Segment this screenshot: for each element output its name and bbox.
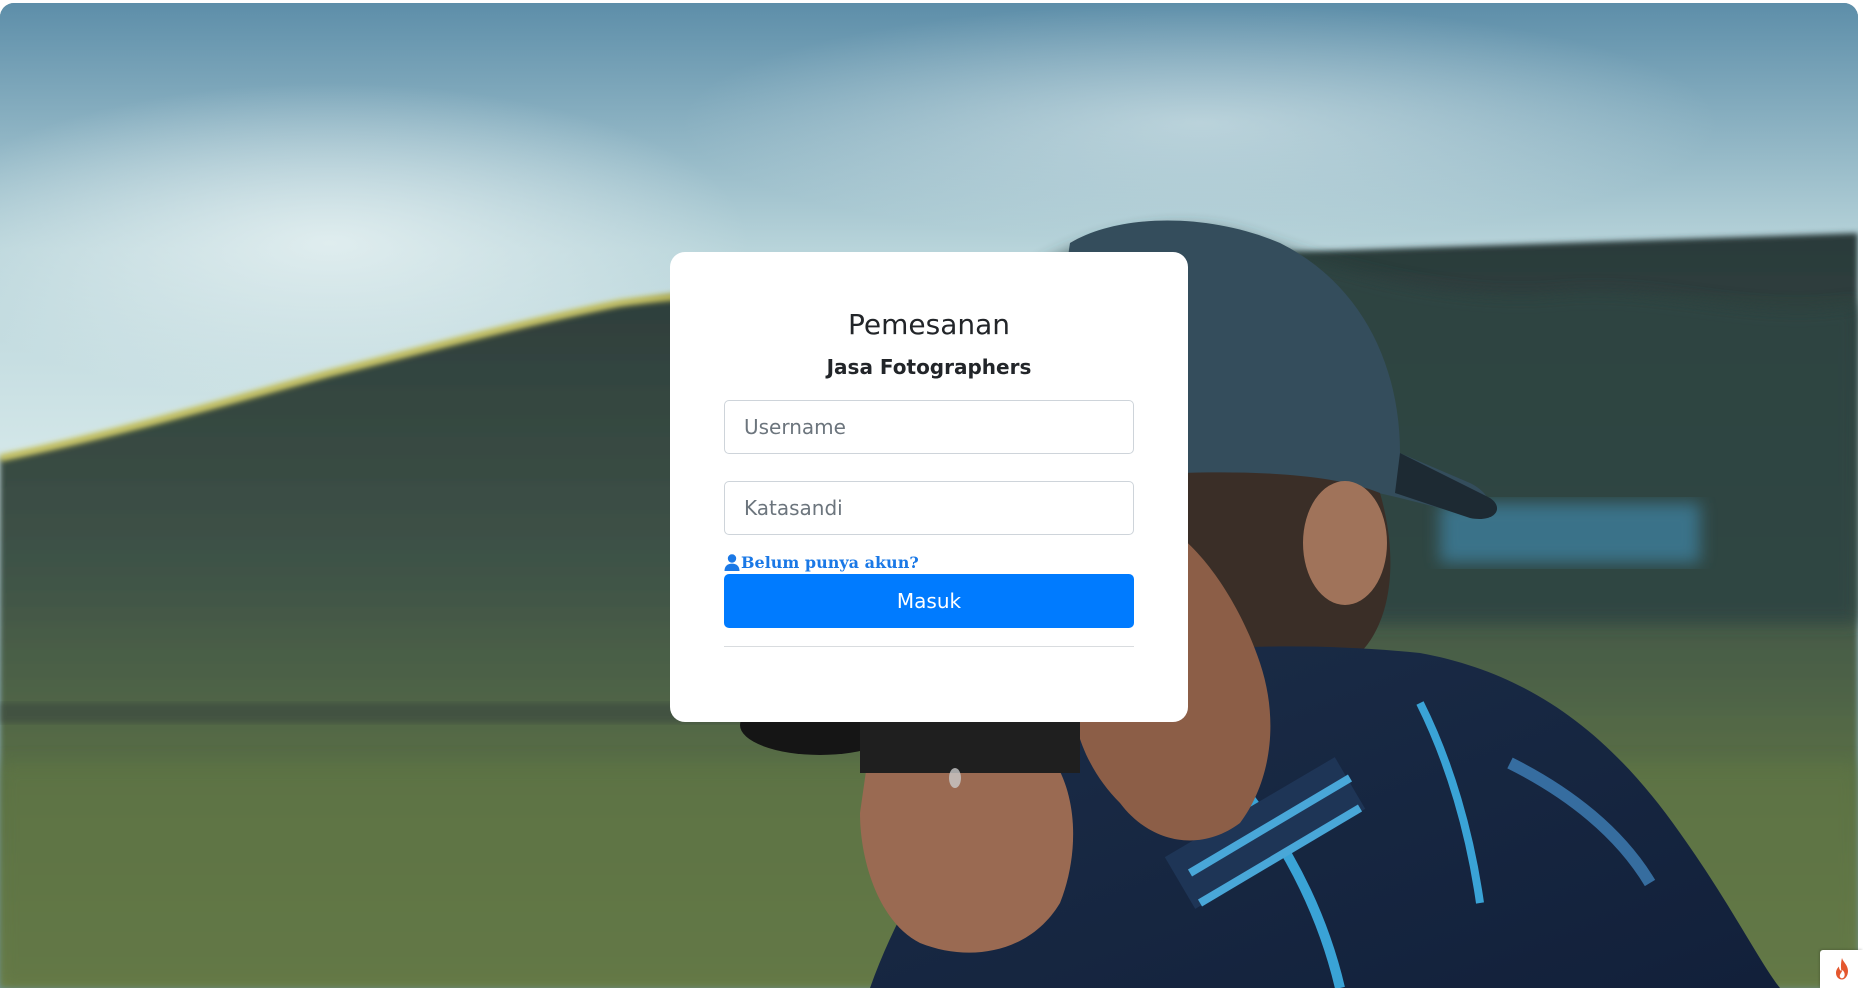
page: Pemesanan Jasa Fotographers Belum punya … (0, 0, 1863, 988)
divider (724, 646, 1134, 647)
user-icon (724, 553, 740, 571)
login-button[interactable]: Masuk (724, 574, 1134, 628)
login-card: Pemesanan Jasa Fotographers Belum punya … (670, 252, 1188, 722)
register-link-label: Belum punya akun? (741, 552, 919, 572)
corner-badge[interactable] (1820, 950, 1863, 988)
login-title: Pemesanan (847, 308, 1010, 341)
register-link[interactable]: Belum punya akun? (724, 552, 919, 572)
password-input[interactable] (724, 481, 1134, 535)
username-input[interactable] (724, 400, 1134, 454)
login-subtitle: Jasa Fotographers (826, 355, 1032, 379)
